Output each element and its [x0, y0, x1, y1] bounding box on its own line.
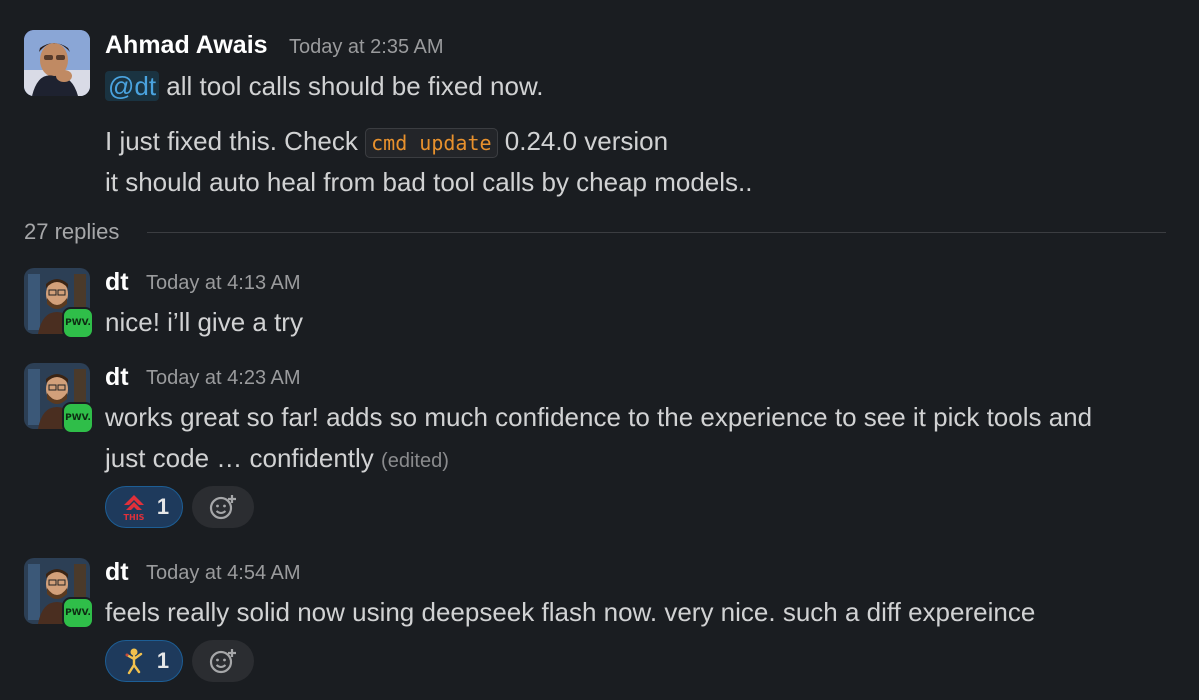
timestamp[interactable]: Today at 2:35 AM [289, 36, 444, 59]
thread-replies-count[interactable]: 27 replies [24, 219, 119, 245]
add-emoji-icon [209, 649, 236, 674]
message-ahmad: Ahmad Awais Today at 2:35 AM @dt all too… [0, 0, 1199, 210]
message-text: all tool calls should be fixed now. [159, 71, 544, 101]
dancing-figure-icon [125, 648, 143, 675]
edited-label: (edited) [381, 450, 449, 472]
message-text: nice! i’ll give a try [105, 307, 303, 337]
author-name[interactable]: dt [105, 558, 129, 587]
add-emoji-icon [209, 495, 236, 520]
reaction-this[interactable]: THIS 1 [105, 486, 183, 528]
avatar-ahmad[interactable] [24, 30, 90, 96]
add-reaction-button[interactable] [192, 486, 254, 528]
reaction-count: 1 [156, 648, 170, 673]
message-text: feels really solid now using deepseek fl… [105, 597, 1036, 627]
author-name[interactable]: dt [105, 268, 129, 297]
message-text: I just fixed this. Check [105, 126, 366, 156]
author-name[interactable]: dt [105, 363, 129, 392]
message-text: just code … confidently [105, 443, 374, 473]
user-mention[interactable]: @dt [105, 71, 160, 101]
add-reaction-button[interactable] [192, 640, 254, 682]
message-line-2: just code … confidently (edited) [105, 443, 449, 474]
message-text: 0.24.0 version [497, 126, 669, 156]
message-line-1: @dt all tool calls should be fixed now. [105, 71, 544, 102]
reaction-count: 1 [156, 494, 170, 519]
this-arrow-icon: THIS [123, 495, 145, 522]
message-line-1: works great so far! adds so much confide… [105, 402, 1093, 432]
status-badge: PWV. [62, 597, 94, 629]
author-name[interactable]: Ahmad Awais [105, 31, 268, 60]
status-badge: PWV. [62, 307, 94, 339]
inline-code: cmd update [365, 128, 498, 158]
message-line-3: it should auto heal from bad tool calls … [105, 167, 753, 197]
timestamp[interactable]: Today at 4:54 AM [146, 562, 301, 585]
timestamp[interactable]: Today at 4:13 AM [146, 272, 301, 295]
replies-divider [147, 232, 1166, 233]
svg-text:THIS: THIS [123, 513, 144, 522]
status-badge: PWV. [62, 402, 94, 434]
message-line-2: I just fixed this. Check cmd update 0.24… [105, 126, 669, 158]
timestamp[interactable]: Today at 4:23 AM [146, 367, 301, 390]
reaction-dancing[interactable]: 1 [105, 640, 183, 682]
